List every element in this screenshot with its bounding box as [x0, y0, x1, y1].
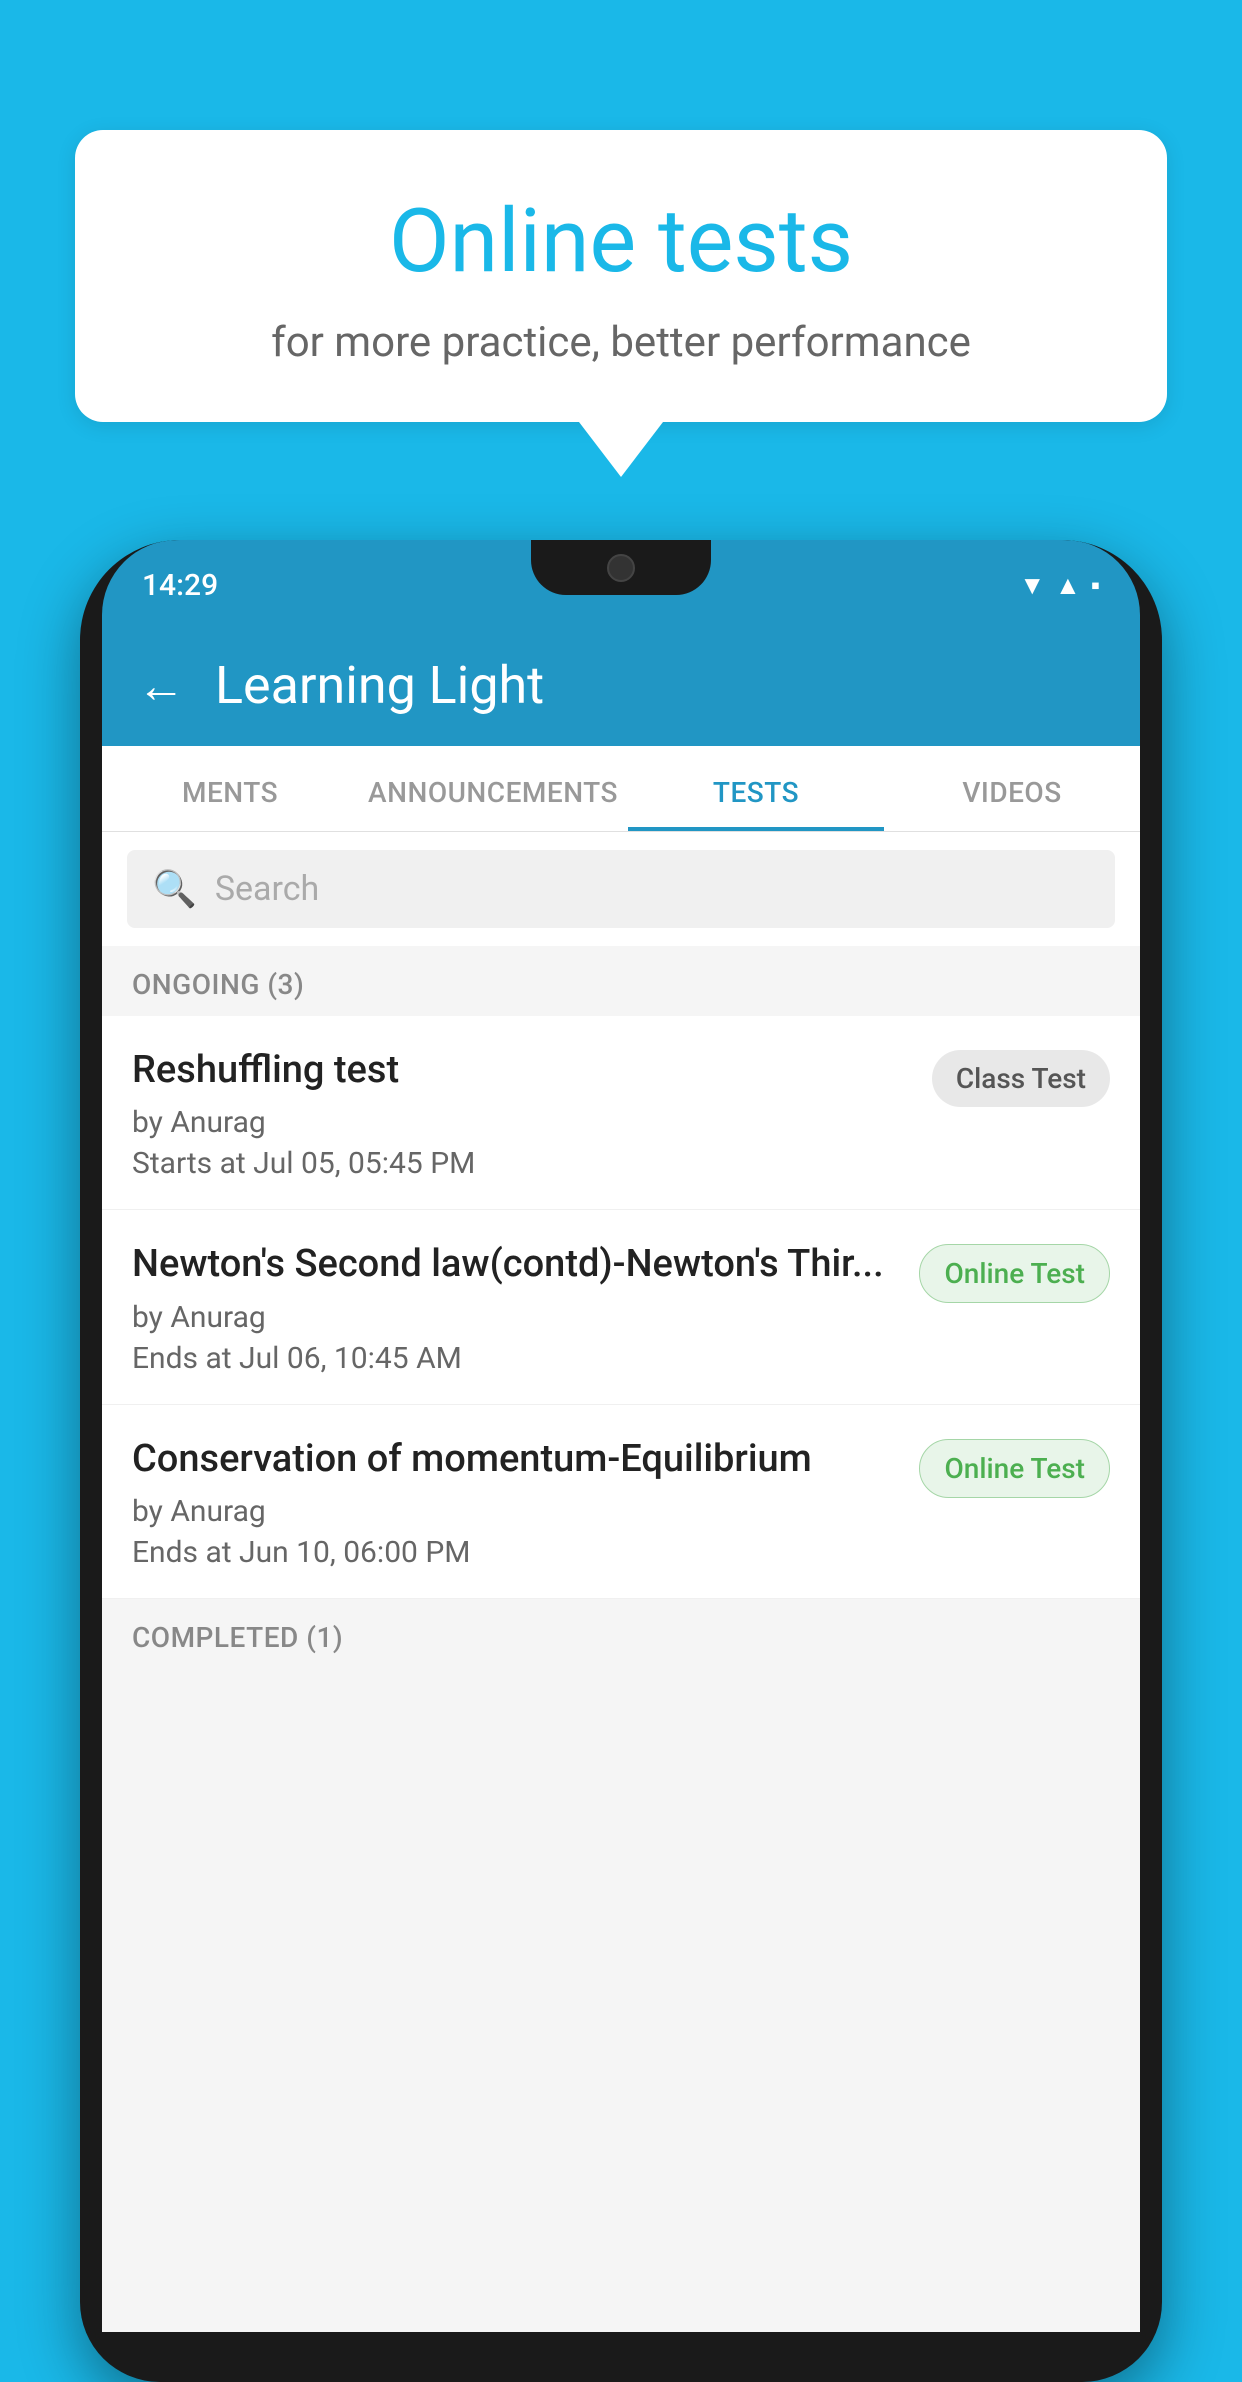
test-badge-online: Online Test: [919, 1244, 1110, 1303]
search-container: 🔍 Search: [102, 832, 1140, 946]
status-time: 14:29: [142, 568, 218, 603]
test-item-by: by Anurag: [132, 1494, 899, 1529]
test-item[interactable]: Reshuffling test by Anurag Starts at Jul…: [102, 1016, 1140, 1210]
search-placeholder: Search: [215, 869, 319, 909]
completed-section-header: COMPLETED (1): [102, 1599, 1140, 1669]
test-item-title: Reshuffling test: [132, 1046, 912, 1095]
app-title: Learning Light: [215, 655, 544, 716]
status-icons: ▼ ▲ ▪: [1019, 570, 1100, 601]
wifi-icon: ▼: [1019, 570, 1045, 601]
test-item[interactable]: Newton's Second law(contd)-Newton's Thir…: [102, 1210, 1140, 1404]
search-icon: 🔍: [152, 868, 197, 910]
test-item[interactable]: Conservation of momentum-Equilibrium by …: [102, 1405, 1140, 1599]
test-item-title: Conservation of momentum-Equilibrium: [132, 1435, 899, 1484]
tab-assignments[interactable]: MENTS: [102, 746, 358, 831]
tab-bar: MENTS ANNOUNCEMENTS TESTS VIDEOS: [102, 746, 1140, 832]
phone-notch: [531, 540, 711, 595]
speech-bubble-card: Online tests for more practice, better p…: [75, 130, 1167, 422]
test-item-content: Newton's Second law(contd)-Newton's Thir…: [132, 1240, 899, 1375]
speech-bubble-section: Online tests for more practice, better p…: [75, 130, 1167, 477]
test-item-date: Ends at Jul 06, 10:45 AM: [132, 1341, 899, 1376]
search-bar[interactable]: 🔍 Search: [127, 850, 1115, 928]
test-item-content: Conservation of momentum-Equilibrium by …: [132, 1435, 899, 1570]
bubble-arrow: [579, 422, 663, 477]
phone-wrapper: 14:29 ▼ ▲ ▪ ← Learning Light MENTS ANNOU…: [80, 540, 1162, 2208]
screen-content: 🔍 Search ONGOING (3) Reshuffling test by…: [102, 832, 1140, 2332]
app-header: ← Learning Light: [102, 630, 1140, 746]
ongoing-section-header: ONGOING (3): [102, 946, 1140, 1016]
test-badge-online: Online Test: [919, 1439, 1110, 1498]
bubble-title: Online tests: [155, 190, 1087, 293]
test-badge-class: Class Test: [932, 1050, 1110, 1107]
test-item-by: by Anurag: [132, 1105, 912, 1140]
phone-frame: 14:29 ▼ ▲ ▪ ← Learning Light MENTS ANNOU…: [80, 540, 1162, 2382]
bubble-subtitle: for more practice, better performance: [155, 318, 1087, 367]
test-item-date: Ends at Jun 10, 06:00 PM: [132, 1535, 899, 1570]
test-item-by: by Anurag: [132, 1300, 899, 1335]
test-item-date: Starts at Jul 05, 05:45 PM: [132, 1146, 912, 1181]
back-button[interactable]: ←: [137, 657, 185, 714]
status-bar: 14:29 ▼ ▲ ▪: [102, 540, 1140, 630]
camera: [607, 554, 635, 582]
tab-videos[interactable]: VIDEOS: [884, 746, 1140, 831]
tab-announcements[interactable]: ANNOUNCEMENTS: [358, 746, 628, 831]
test-item-title: Newton's Second law(contd)-Newton's Thir…: [132, 1240, 899, 1289]
battery-icon: ▪: [1091, 570, 1100, 601]
tab-tests[interactable]: TESTS: [628, 746, 884, 831]
test-item-content: Reshuffling test by Anurag Starts at Jul…: [132, 1046, 912, 1181]
signal-icon: ▲: [1055, 570, 1081, 601]
